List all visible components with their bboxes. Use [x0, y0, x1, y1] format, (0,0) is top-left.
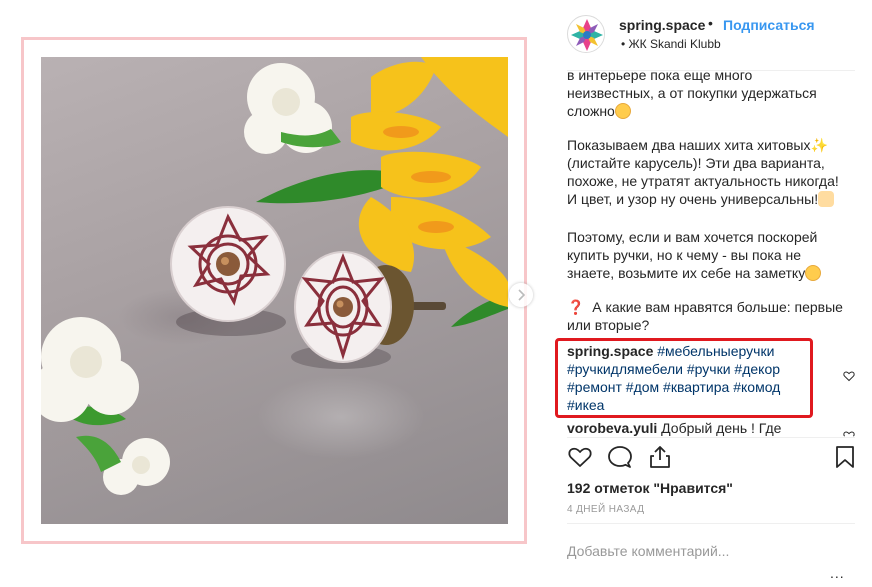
- chevron-right-icon: [518, 289, 526, 301]
- comment-divider: [567, 523, 855, 524]
- post-timestamp[interactable]: 4 ДНЕЙ НАЗАД: [567, 504, 644, 515]
- caption-text: сложно: [567, 103, 615, 119]
- more-options-dots[interactable]: ...: [830, 565, 845, 581]
- caption-question: ❓ А какие вам нравятся больше: первые ил…: [567, 298, 857, 334]
- caption-line: сложно: [567, 102, 857, 120]
- location-label: ЖК Skandi Klubb: [628, 37, 721, 51]
- heart-icon[interactable]: [567, 444, 593, 470]
- wink-emoji-icon: [805, 265, 822, 281]
- likes-count[interactable]: 192 отметок "Нравится": [567, 480, 733, 496]
- caption-line: неизвестных, а от покупки удержаться: [567, 85, 817, 101]
- comment-text: Добрый день ! Где: [661, 420, 782, 436]
- caption-paragraph-2: Показываем два наших хита хитовых✨ (лист…: [567, 136, 857, 208]
- share-icon[interactable]: [647, 444, 673, 470]
- grin-emoji-icon: [614, 103, 631, 119]
- caption-line: Показываем два наших хита хитовых✨: [567, 136, 857, 154]
- post-location[interactable]: • ЖК Skandi Klubb: [621, 37, 721, 51]
- carousel-next-button[interactable]: [509, 283, 533, 307]
- avatar[interactable]: [567, 15, 605, 53]
- caption-paragraph-3: Поэтому, если и вам хочется поскорей куп…: [567, 228, 857, 282]
- comment-like-heart-icon[interactable]: [843, 370, 855, 382]
- caption-line: знаете, возьмите их себе на заметку: [567, 264, 857, 282]
- bookmark-icon[interactable]: [832, 444, 858, 470]
- post-media-frame: [21, 37, 527, 544]
- comment-icon[interactable]: [607, 444, 633, 470]
- caption-line: в интерьере пока еще много: [567, 67, 753, 83]
- caption-text: И цвет, и узор ну очень универсальны!: [567, 191, 819, 207]
- comment-author-link[interactable]: vorobeva.yuli: [567, 420, 657, 436]
- avatar-mandala-icon: [570, 18, 604, 52]
- location-dot: •: [621, 37, 626, 51]
- sparkle-emoji-icon: ✨: [810, 137, 828, 153]
- actions-divider: [567, 437, 855, 438]
- caption-text: Показываем два наших хита хитовых: [567, 137, 811, 153]
- caption-line: похоже, не утратят актуальность никогда!: [567, 173, 839, 189]
- caption-text: А какие вам нравятся больше: первые: [592, 299, 843, 315]
- separator-dot: •: [708, 15, 713, 31]
- caption-paragraph-1: в интерьере пока еще много неизвестных, …: [567, 66, 857, 120]
- comment-item: vorobeva.yuli Добрый день ! Где: [567, 420, 827, 436]
- post-photo[interactable]: [41, 57, 508, 524]
- ok-hand-emoji-icon: [818, 191, 835, 207]
- highlight-annotation-box: [555, 338, 813, 418]
- question-mark-emoji-icon: ❓: [567, 299, 585, 315]
- comment-like-heart-icon[interactable]: [843, 430, 855, 437]
- follow-button[interactable]: Подписаться: [723, 17, 815, 33]
- post-author-link[interactable]: spring.space: [619, 17, 705, 33]
- photo-illustration: [41, 57, 508, 495]
- caption-line: Поэтому, если и вам хочется поскорей: [567, 229, 818, 245]
- caption-line: купить ручки, но к чему - вы пока не: [567, 247, 802, 263]
- caption-line: (листайте карусель)! Эти два варианта,: [567, 155, 825, 171]
- add-comment-input[interactable]: [567, 540, 847, 562]
- caption-line: ❓ А какие вам нравятся больше: первые: [567, 298, 857, 316]
- caption-line: или вторые?: [567, 317, 650, 333]
- caption-text: знаете, возьмите их себе на заметку: [567, 265, 806, 281]
- caption-line: И цвет, и узор ну очень универсальны!: [567, 190, 857, 208]
